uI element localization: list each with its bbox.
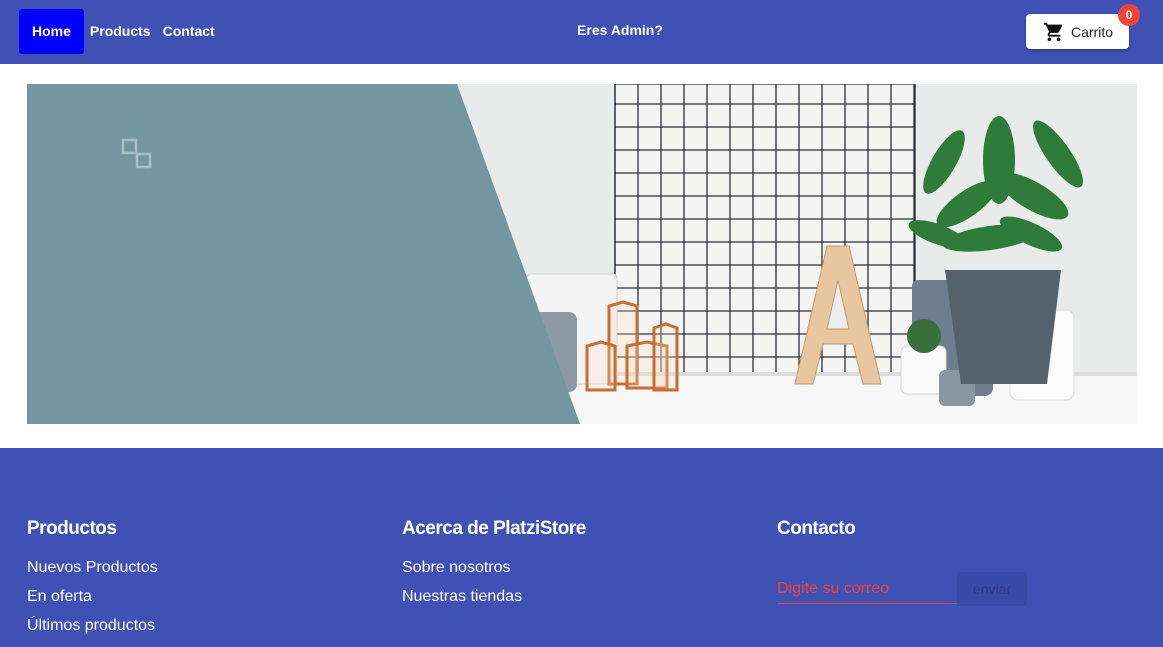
banner-illustration	[27, 84, 1137, 424]
cart-count-badge: 0	[1118, 4, 1140, 26]
shopping-cart-icon	[1043, 22, 1063, 41]
email-field[interactable]	[777, 575, 957, 604]
footer-link-on-sale[interactable]: En oferta	[27, 587, 158, 616]
admin-link-wrapper: Eres Admin?	[0, 22, 1163, 38]
footer-link-latest-products[interactable]: Últimos productos	[27, 616, 158, 645]
cart-button[interactable]: Carrito	[1026, 14, 1129, 49]
admin-link[interactable]: Eres Admin?	[577, 22, 663, 38]
footer-link-about-us[interactable]: Sobre nosotros	[402, 558, 586, 587]
cart-label: Carrito	[1071, 23, 1114, 40]
footer-products-title: Productos	[27, 518, 117, 539]
footer-about-title: Acerca de PlatziStore	[402, 518, 586, 539]
footer-products-section: Productos Nuevos Productos En oferta Últ…	[27, 518, 158, 645]
footer-products-list: Nuevos Productos En oferta Últimos produ…	[27, 558, 158, 645]
send-button[interactable]: enviar	[957, 572, 1027, 606]
footer-contact-section: Contacto	[777, 518, 856, 540]
footer-link-new-products[interactable]: Nuevos Productos	[27, 558, 158, 587]
footer-link-our-stores[interactable]: Nuestras tiendas	[402, 587, 586, 616]
footer-about-section: Acerca de PlatziStore Sobre nosotros Nue…	[402, 518, 586, 616]
footer: Productos Nuevos Productos En oferta Últ…	[0, 448, 1163, 647]
footer-contact-title: Contacto	[777, 518, 856, 539]
hero-banner	[27, 84, 1137, 424]
top-toolbar: Home Products Contact Eres Admin? Carrit…	[0, 0, 1163, 64]
footer-about-list: Sobre nosotros Nuestras tiendas	[402, 558, 586, 616]
